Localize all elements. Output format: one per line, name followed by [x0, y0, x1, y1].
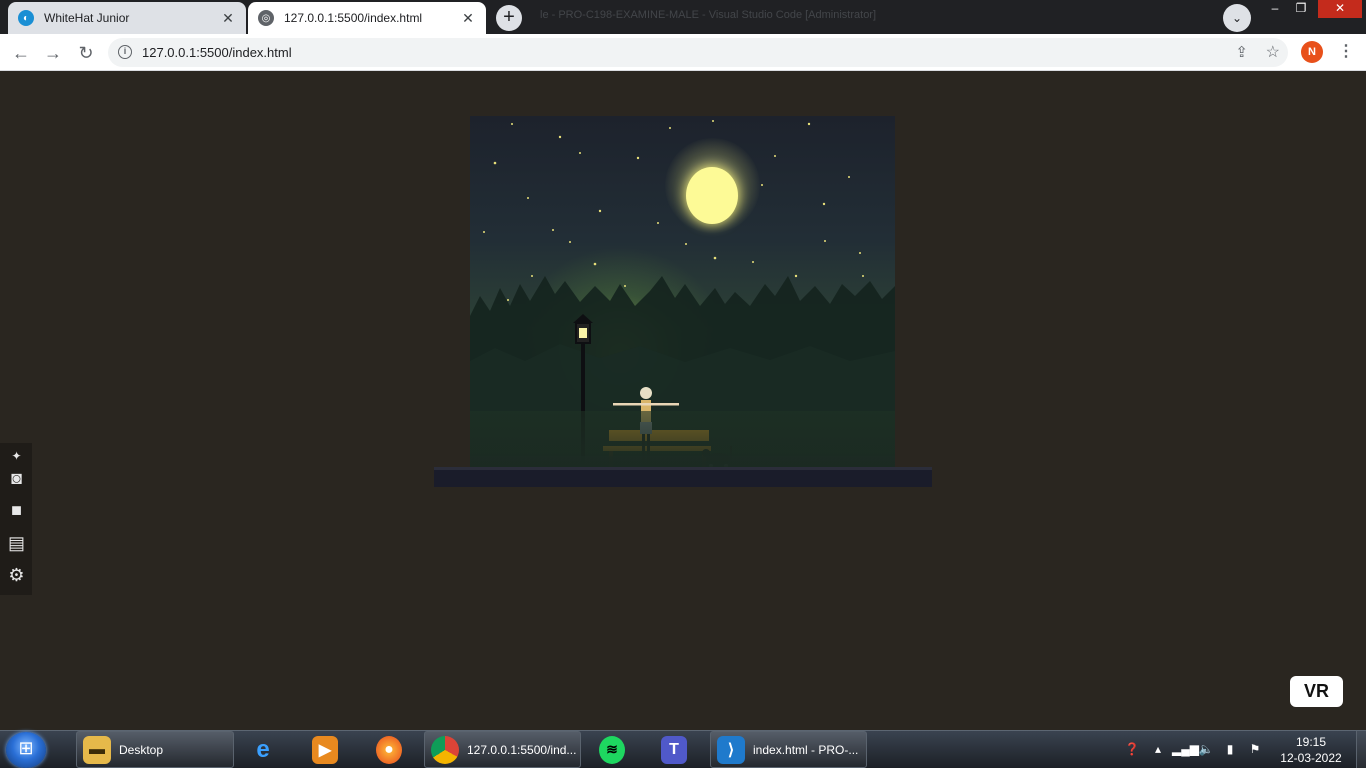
vr-button[interactable]: VR: [1290, 676, 1343, 707]
new-tab-button[interactable]: +: [496, 5, 522, 31]
browser-menu-icon[interactable]: ⋮: [1338, 42, 1354, 62]
globe-icon: ◎: [258, 10, 274, 26]
browser-tab-strip: le - PRO-C198-EXAMINE-MALE - Visual Stud…: [0, 0, 1366, 34]
close-window-button[interactable]: ✕: [1318, 0, 1362, 18]
close-tab-icon[interactable]: ✕: [220, 10, 236, 27]
taskbar-label: 127.0.0.1:5500/ind...: [467, 742, 577, 757]
side-tool-panel: ✦ ◙ ■ ▤ ⚙: [0, 443, 32, 595]
firefox-icon: ●: [376, 735, 402, 764]
clock-time: 19:15: [1295, 735, 1327, 749]
taskbar-chrome[interactable]: 127.0.0.1:5500/ind...: [424, 731, 581, 768]
browser-toolbar: ← → ↻ i 127.0.0.1:5500/index.html ⇪ ☆ N …: [0, 34, 1366, 71]
night-park-scene[interactable]: [470, 116, 895, 471]
tab-whitehat-junior[interactable]: ◐ WhiteHat Junior ✕: [8, 2, 246, 34]
page-viewport: ✦ ◙ ■ ▤ ⚙ VR: [0, 71, 1366, 730]
restore-window-button[interactable]: ❐: [1287, 0, 1315, 18]
taskbar-desktop[interactable]: ▬ Desktop: [76, 731, 234, 768]
spotify-icon: ≋: [599, 735, 625, 764]
tab-search-button[interactable]: ⌄: [1223, 4, 1251, 32]
close-tab-icon[interactable]: ✕: [460, 10, 476, 27]
taskbar-label: Desktop: [119, 742, 164, 757]
media-player-icon: ▶: [312, 735, 338, 764]
bookmark-star-icon[interactable]: ☆: [1266, 42, 1280, 62]
vscode-icon: ⟩: [717, 735, 745, 764]
show-desktop-button[interactable]: [1356, 731, 1366, 768]
profile-avatar[interactable]: N: [1301, 41, 1323, 63]
reload-button[interactable]: ↻: [74, 41, 98, 65]
background-window-title: le - PRO-C198-EXAMINE-MALE - Visual Stud…: [540, 9, 877, 21]
network-signal-icon[interactable]: ▂▄▆: [1172, 731, 1199, 768]
clock-date: 12-03-2022: [1280, 751, 1342, 765]
site-info-icon[interactable]: i: [118, 45, 132, 59]
taskbar-media-player[interactable]: ▶: [312, 731, 346, 768]
pin-icon[interactable]: ✦: [4, 445, 29, 467]
power-icon[interactable]: ▮: [1221, 731, 1239, 768]
back-button[interactable]: ←: [9, 41, 33, 65]
scene-platform: [434, 467, 932, 487]
taskbar-firefox[interactable]: ●: [376, 731, 410, 768]
tab-localhost-index[interactable]: ◎ 127.0.0.1:5500/index.html ✕: [248, 2, 486, 34]
start-button[interactable]: [6, 732, 46, 768]
minimize-window-button[interactable]: –: [1261, 0, 1289, 18]
grass: [470, 411, 895, 471]
gallery-icon[interactable]: ▤: [4, 532, 29, 554]
folder-icon: ▬: [83, 735, 111, 764]
internet-explorer-icon: e: [256, 735, 270, 763]
help-tray-icon[interactable]: ❓: [1121, 731, 1143, 768]
forward-button[interactable]: →: [41, 41, 65, 65]
taskbar-internet-explorer[interactable]: e: [250, 731, 284, 768]
tab-title: 127.0.0.1:5500/index.html: [284, 11, 423, 25]
system-clock[interactable]: 19:15 12-03-2022: [1272, 734, 1350, 766]
tab-title: WhiteHat Junior: [44, 11, 130, 25]
stars: [483, 120, 864, 301]
chrome-icon: [431, 735, 459, 764]
teams-icon: T: [661, 735, 687, 764]
camera-icon[interactable]: ◙: [4, 467, 29, 489]
show-hidden-icons-icon[interactable]: ▴: [1150, 731, 1166, 768]
video-camera-icon[interactable]: ■: [4, 499, 29, 521]
taskbar-vscode[interactable]: ⟩ index.html - PRO-...: [710, 731, 867, 768]
address-url[interactable]: 127.0.0.1:5500/index.html: [142, 45, 292, 60]
action-center-flag-icon[interactable]: ⚑: [1246, 731, 1264, 768]
settings-gear-icon[interactable]: ⚙: [4, 564, 29, 586]
whitehat-junior-favicon-icon: ◐: [18, 10, 34, 26]
volume-icon[interactable]: 🔈: [1197, 731, 1215, 768]
address-bar[interactable]: i 127.0.0.1:5500/index.html ⇪ ☆: [108, 38, 1288, 67]
taskbar-teams[interactable]: T: [661, 731, 695, 768]
windows-taskbar: ▬ Desktop e ▶ ● 127.0.0.1:5500/ind... ≋ …: [0, 730, 1366, 768]
taskbar-spotify[interactable]: ≋: [599, 731, 633, 768]
share-icon[interactable]: ⇪: [1235, 43, 1248, 61]
taskbar-label: index.html - PRO-...: [753, 742, 859, 757]
